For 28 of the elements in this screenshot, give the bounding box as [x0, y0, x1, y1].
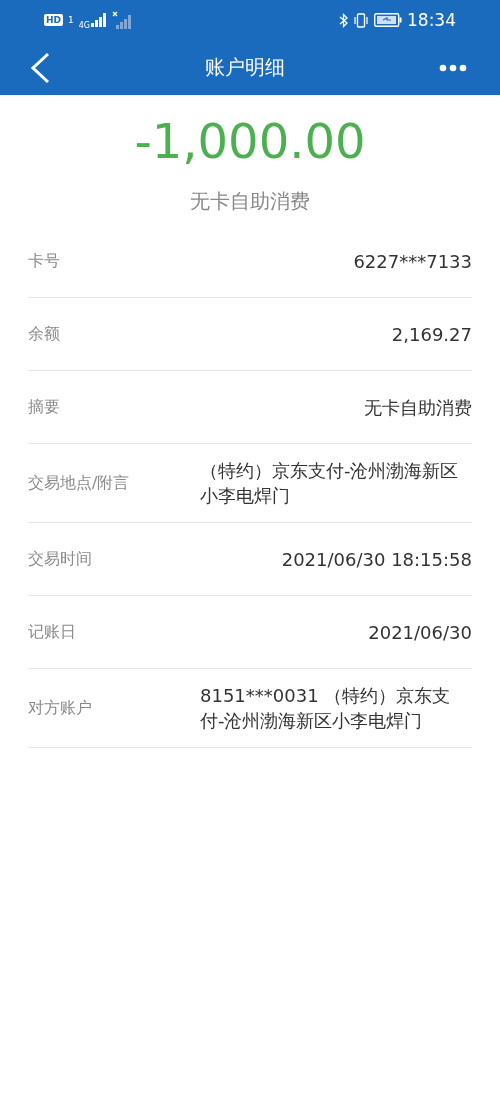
sim-label: 1 — [68, 15, 74, 25]
detail-value: 2021/06/30 — [368, 620, 472, 645]
transaction-amount: -1,000.00 — [134, 112, 366, 171]
detail-value: （特约）京东支付-沧州渤海新区小李电焊门 — [200, 459, 460, 508]
page-title: 账户明细 — [204, 54, 285, 81]
bluetooth-icon — [339, 12, 348, 28]
detail-value: 6227***7133 — [353, 249, 472, 274]
signal-icon — [91, 13, 108, 27]
detail-label: 卡号 — [28, 250, 60, 272]
detail-label: 余额 — [28, 323, 60, 345]
detail-label: 交易地点/附言 — [28, 472, 130, 494]
clock-time: 18:34 — [407, 10, 456, 30]
detail-label: 摘要 — [28, 396, 60, 418]
more-icon[interactable] — [439, 63, 467, 72]
vibrate-icon — [353, 12, 369, 28]
detail-label: 对方账户 — [28, 697, 92, 719]
detail-value: 无卡自助消费 — [364, 395, 472, 420]
no-signal-icon — [112, 11, 133, 29]
network-label: 4G — [78, 20, 91, 30]
detail-label: 交易时间 — [28, 548, 92, 570]
detail-label: 记账日 — [28, 621, 76, 643]
back-icon[interactable] — [30, 51, 50, 84]
detail-value: 8151***0031 （特约）京东支付-沧州渤海新区小李电焊门 — [200, 684, 452, 733]
transaction-type: 无卡自助消费 — [190, 188, 310, 215]
detail-value: 2021/06/30 18:15:58 — [281, 547, 472, 572]
detail-value: 2,169.27 — [391, 322, 472, 347]
battery-icon — [374, 13, 402, 27]
hd-badge: HD — [44, 14, 63, 26]
